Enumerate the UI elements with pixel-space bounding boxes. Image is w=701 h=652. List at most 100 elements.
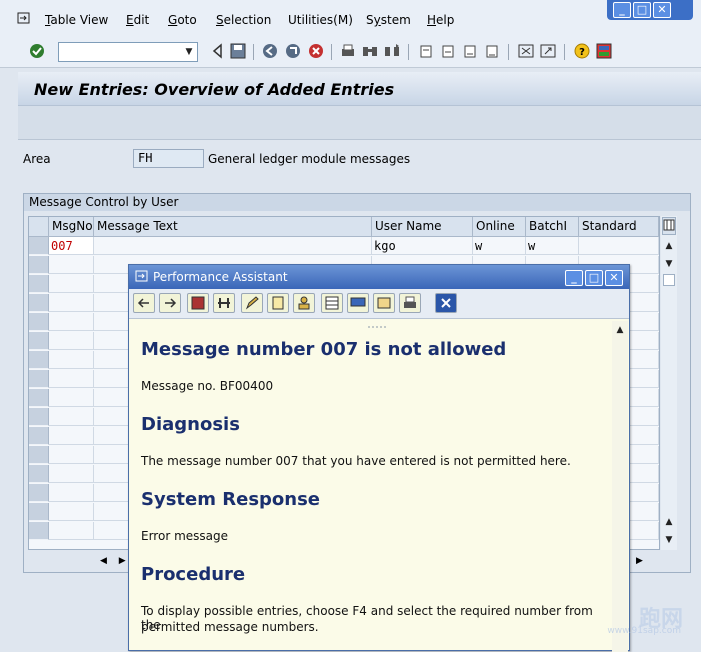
technical-info-icon[interactable]	[213, 293, 235, 313]
row-selector[interactable]	[29, 484, 49, 502]
table-cell-msgno[interactable]	[49, 522, 94, 540]
cancel-icon[interactable]	[308, 43, 324, 59]
comment-icon[interactable]	[347, 293, 369, 313]
close-icon[interactable]: ✕	[605, 270, 623, 286]
table-cell-text[interactable]	[94, 237, 372, 255]
row-selector[interactable]	[29, 237, 49, 255]
vertical-scrollbar[interactable]: ▲ ▼ ▲ ▼	[661, 216, 677, 550]
minimize-icon[interactable]: _	[565, 270, 583, 286]
table-cell-msgno[interactable]	[49, 389, 94, 407]
maximize-icon[interactable]: □	[585, 270, 603, 286]
glossary-icon[interactable]	[187, 293, 209, 313]
row-selector[interactable]	[29, 275, 49, 293]
row-selector[interactable]	[29, 465, 49, 483]
table-cell-batch[interactable]: w	[526, 237, 579, 255]
window-menu-icon[interactable]	[135, 270, 149, 283]
table-cell-msgno[interactable]	[49, 275, 94, 293]
column-header-batchi[interactable]: BatchI	[526, 217, 579, 237]
forward-arrow-icon[interactable]	[159, 293, 181, 313]
print-icon[interactable]	[399, 293, 421, 313]
table-settings-icon[interactable]	[662, 217, 676, 235]
shortcut-icon[interactable]	[540, 43, 556, 59]
row-selector[interactable]	[29, 446, 49, 464]
print-icon[interactable]	[340, 43, 356, 59]
table-cell-msgno[interactable]	[49, 446, 94, 464]
table-cell-msgno[interactable]	[49, 408, 94, 426]
export-icon[interactable]	[373, 293, 395, 313]
minimize-icon[interactable]: _	[613, 2, 631, 18]
row-selector[interactable]	[29, 370, 49, 388]
row-selector[interactable]	[29, 332, 49, 350]
horizontal-scroll-left[interactable]: ◀ ▶	[100, 552, 130, 566]
back-arrow-icon[interactable]	[210, 43, 226, 59]
table-cell-msgno[interactable]	[49, 503, 94, 521]
table-cell-msgno[interactable]	[49, 484, 94, 502]
row-selector[interactable]	[29, 256, 49, 274]
menu-table-view[interactable]: Table View	[45, 13, 108, 27]
menu-selection[interactable]: Selection	[216, 13, 271, 27]
last-page-icon[interactable]	[484, 43, 500, 59]
scroll-up-icon[interactable]: ▲	[663, 240, 675, 252]
column-header-msgno[interactable]: MsgNo	[49, 217, 94, 237]
row-selector[interactable]	[29, 351, 49, 369]
menu-icon[interactable]	[17, 12, 31, 25]
table-cell-msgno[interactable]	[49, 427, 94, 445]
customize-layout-icon[interactable]	[596, 43, 612, 59]
dialog-vertical-scrollbar[interactable]: ▲	[612, 321, 628, 652]
save-icon[interactable]	[230, 43, 246, 59]
scroll-down-icon[interactable]: ▼	[663, 534, 675, 546]
user-icon[interactable]	[293, 293, 315, 313]
chevron-left-icon[interactable]: ◀	[100, 556, 107, 566]
menu-utilities[interactable]: Utilities(M)	[288, 13, 353, 27]
column-header-online[interactable]: Online	[473, 217, 526, 237]
scroll-thumb[interactable]	[663, 274, 675, 286]
table-cell-msgno[interactable]	[49, 332, 94, 350]
exit-icon[interactable]	[285, 43, 301, 59]
create-session-icon[interactable]	[518, 43, 534, 59]
row-selector[interactable]	[29, 389, 49, 407]
close-icon[interactable]: ✕	[653, 2, 671, 18]
first-page-icon[interactable]	[418, 43, 434, 59]
area-field[interactable]: FH	[133, 149, 204, 168]
find-next-icon[interactable]	[384, 43, 400, 59]
edit-icon[interactable]	[241, 293, 263, 313]
menu-system[interactable]: System	[366, 13, 411, 27]
scroll-up-icon[interactable]: ▲	[663, 516, 675, 528]
maximize-icon[interactable]: □	[633, 2, 651, 18]
next-page-icon[interactable]	[462, 43, 478, 59]
table-cell-msgno[interactable]	[49, 256, 94, 274]
menu-goto[interactable]: Goto	[168, 13, 197, 27]
row-selector[interactable]	[29, 313, 49, 331]
find-icon[interactable]	[362, 43, 378, 59]
scroll-up-icon[interactable]: ▲	[614, 324, 626, 336]
chevron-right-icon[interactable]: ▶	[119, 556, 126, 566]
table-cell-online[interactable]: w	[473, 237, 526, 255]
command-field[interactable]: ▼	[58, 42, 198, 62]
row-selector[interactable]	[29, 408, 49, 426]
menu-edit[interactable]: Edit	[126, 13, 149, 27]
table-cell-msgno[interactable]: 007	[49, 237, 94, 255]
chevron-right-icon[interactable]: ▶	[636, 556, 643, 566]
dialog-title-bar[interactable]: Performance Assistant _ □ ✕	[129, 265, 629, 289]
scroll-down-icon[interactable]: ▼	[663, 258, 675, 270]
select-all-cell[interactable]	[29, 217, 49, 237]
column-header-user-name[interactable]: User Name	[372, 217, 473, 237]
document-icon[interactable]	[267, 293, 289, 313]
table-cell-msgno[interactable]	[49, 313, 94, 331]
back-circle-icon[interactable]	[262, 43, 278, 59]
column-header-message-text[interactable]: Message Text	[94, 217, 372, 237]
table-cell-msgno[interactable]	[49, 294, 94, 312]
column-header-standard[interactable]: Standard	[579, 217, 659, 237]
table-cell-standard[interactable]	[579, 237, 659, 255]
menu-help[interactable]: Help	[427, 13, 454, 27]
row-selector[interactable]	[29, 522, 49, 540]
chevron-down-icon[interactable]: ▼	[183, 46, 195, 58]
table-icon[interactable]	[321, 293, 343, 313]
previous-page-icon[interactable]	[440, 43, 456, 59]
enter-checkmark-icon[interactable]	[29, 43, 45, 59]
row-selector[interactable]	[29, 427, 49, 445]
table-cell-msgno[interactable]	[49, 351, 94, 369]
table-cell-msgno[interactable]	[49, 370, 94, 388]
back-arrow-icon[interactable]	[133, 293, 155, 313]
table-cell-user[interactable]: kgo	[372, 237, 473, 255]
